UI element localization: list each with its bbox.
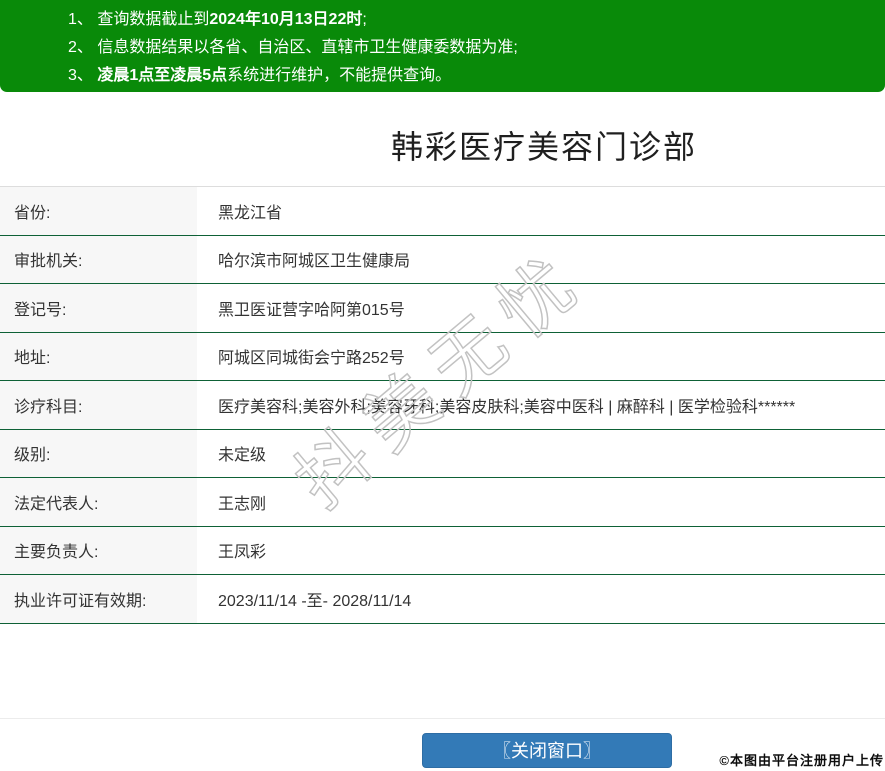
row-label: 法定代表人: xyxy=(0,478,197,526)
row-label: 诊疗科目: xyxy=(0,381,197,429)
notice-bold-text: 2024年10月13日22时 xyxy=(209,11,363,28)
row-value: 阿城区同城街会宁路252号 xyxy=(218,350,405,368)
license-query-result-page: 1、 查询数据截止到2024年10月13日22时; 2、 信息数据结果以各省、自… xyxy=(0,0,885,771)
row-label: 省份: xyxy=(0,187,197,235)
table-row-main-person-in-charge: 主要负责人: 王凤彩 xyxy=(0,526,885,575)
row-value: 黑卫医证营字哈阿第015号 xyxy=(218,301,405,319)
notice-text: 2、 信息数据结果以各省、自治区、直辖市卫生健康委数据为准; xyxy=(68,39,518,56)
notice-line-3: 3、 凌晨1点至凌晨5点系统进行维护，不能提供查询。 xyxy=(68,62,875,90)
table-row-license-validity: 执业许可证有效期: 2023/11/14 -至- 2028/11/14 xyxy=(0,575,885,624)
table-row-address: 地址: 阿城区同城街会宁路252号 xyxy=(0,332,885,381)
row-label: 执业许可证有效期: xyxy=(0,575,197,623)
table-row-approval-authority: 审批机关: 哈尔滨市阿城区卫生健康局 xyxy=(0,235,885,284)
info-table: 省份: 黑龙江省 审批机关: 哈尔滨市阿城区卫生健康局 登记号: 黑卫医证营字哈… xyxy=(0,186,885,624)
notice-banner: 1、 查询数据截止到2024年10月13日22时; 2、 信息数据结果以各省、自… xyxy=(0,0,885,92)
row-label: 级别: xyxy=(0,429,197,477)
notice-bold-text: 凌晨1点至凌晨5点 xyxy=(97,67,228,84)
notice-text: 3、 xyxy=(68,67,98,84)
table-row-level: 级别: 未定级 xyxy=(0,429,885,478)
row-value: 黑龙江省 xyxy=(218,204,283,222)
page-title: 韩彩医疗美容门诊部 xyxy=(390,129,697,165)
notice-text: 系统进行维护，不能提供查询。 xyxy=(227,67,452,84)
row-value: 王凤彩 xyxy=(218,544,267,562)
upload-attribution-note: ©本图由平台注册用户上传 xyxy=(719,753,884,768)
table-row-medical-subjects: 诊疗科目: 医疗美容科;美容外科;美容牙科;美容皮肤科;美容中医科 | 麻醉科 … xyxy=(0,381,885,430)
notice-line-1: 1、 查询数据截止到2024年10月13日22时; xyxy=(68,6,875,34)
row-value: 哈尔滨市阿城区卫生健康局 xyxy=(218,253,411,271)
row-label: 主要负责人: xyxy=(0,526,197,574)
table-row-registration-number: 登记号: 黑卫医证营字哈阿第015号 xyxy=(0,284,885,333)
notice-text: 1、 查询数据截止到 xyxy=(68,11,210,28)
row-value: 未定级 xyxy=(218,447,267,465)
notice-line-2: 2、 信息数据结果以各省、自治区、直辖市卫生健康委数据为准; xyxy=(68,34,875,62)
row-label: 地址: xyxy=(0,332,197,380)
footer-divider xyxy=(0,718,885,719)
close-window-button[interactable]: 〖关闭窗口〗 xyxy=(422,733,672,768)
row-value: 王志刚 xyxy=(218,495,267,513)
notice-text: ; xyxy=(362,11,367,28)
row-label: 登记号: xyxy=(0,284,197,332)
row-value: 2023/11/14 -至- 2028/11/14 xyxy=(218,592,412,610)
row-value: 医疗美容科;美容外科;美容牙科;美容皮肤科;美容中医科 | 麻醉科 | 医学检验… xyxy=(218,398,796,416)
table-row-province: 省份: 黑龙江省 xyxy=(0,187,885,236)
table-row-legal-representative: 法定代表人: 王志刚 xyxy=(0,478,885,527)
row-label: 审批机关: xyxy=(0,235,197,283)
